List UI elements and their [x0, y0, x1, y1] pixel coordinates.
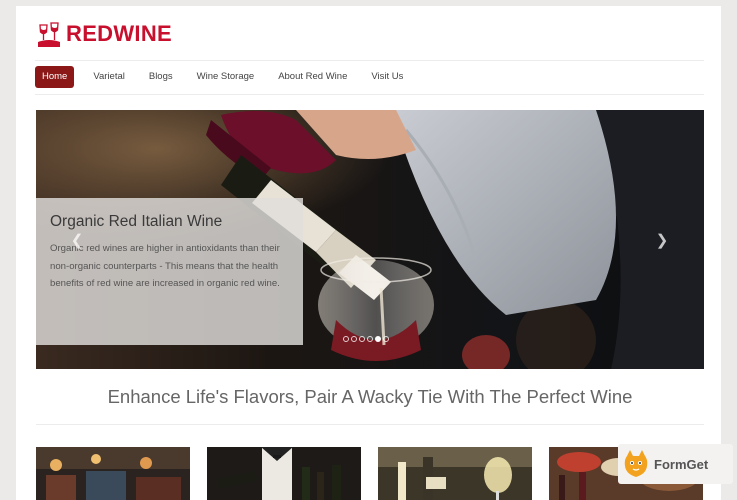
wine-glasses-icon — [38, 21, 60, 47]
formget-watermark[interactable]: FormGet — [618, 444, 733, 484]
site-logo-text: REDWINE — [66, 21, 172, 47]
slide-caption-text: Organic red wines are higher in antioxid… — [50, 243, 280, 289]
thumbnail-sommelier[interactable] — [207, 447, 361, 500]
thumbnail-bar-scene[interactable] — [36, 447, 190, 500]
logo-text-wine: WINE — [113, 21, 172, 46]
slider-prev-arrow-icon[interactable]: ❮ — [69, 231, 85, 251]
slide-caption-title: Organic Red Italian Wine — [50, 213, 223, 230]
slide-caption: Organic Red Italian Wine Organic red win… — [36, 198, 303, 345]
hero-slider[interactable]: Organic Red Italian Wine Organic red win… — [36, 110, 704, 369]
slider-dot[interactable] — [383, 336, 389, 342]
slider-dot[interactable] — [367, 336, 373, 342]
tagline-divider — [36, 424, 704, 425]
slider-dot[interactable] — [343, 336, 349, 342]
formget-logo-icon — [624, 450, 648, 477]
formget-label: FormGet — [654, 456, 709, 472]
page-tagline: Enhance Life's Flavors, Pair A Wacky Tie… — [107, 386, 633, 407]
nav-item-wine-storage[interactable]: Wine Storage — [185, 66, 267, 88]
page: REDWINE Home Varietal Blogs Wine Storage… — [16, 6, 721, 500]
nav-divider-bottom — [35, 94, 704, 95]
slider-dot-active[interactable] — [375, 336, 381, 342]
nav-item-blogs[interactable]: Blogs — [137, 66, 185, 88]
nav-divider-top — [35, 60, 704, 61]
thumbnail-white-wine[interactable] — [378, 447, 532, 500]
main-nav: Home Varietal Blogs Wine Storage About R… — [35, 66, 415, 88]
slider-dot[interactable] — [359, 336, 365, 342]
slider-dot[interactable] — [351, 336, 357, 342]
nav-item-about-red-wine[interactable]: About Red Wine — [266, 66, 359, 88]
slider-next-arrow-icon[interactable]: ❯ — [654, 231, 670, 251]
nav-item-visit-us[interactable]: Visit Us — [359, 66, 415, 88]
nav-item-home[interactable]: Home — [35, 66, 75, 88]
nav-item-varietal[interactable]: Varietal — [81, 66, 137, 88]
slider-pagination — [343, 336, 389, 342]
site-logo[interactable]: REDWINE — [38, 19, 172, 49]
logo-text-red: RED — [66, 21, 114, 46]
